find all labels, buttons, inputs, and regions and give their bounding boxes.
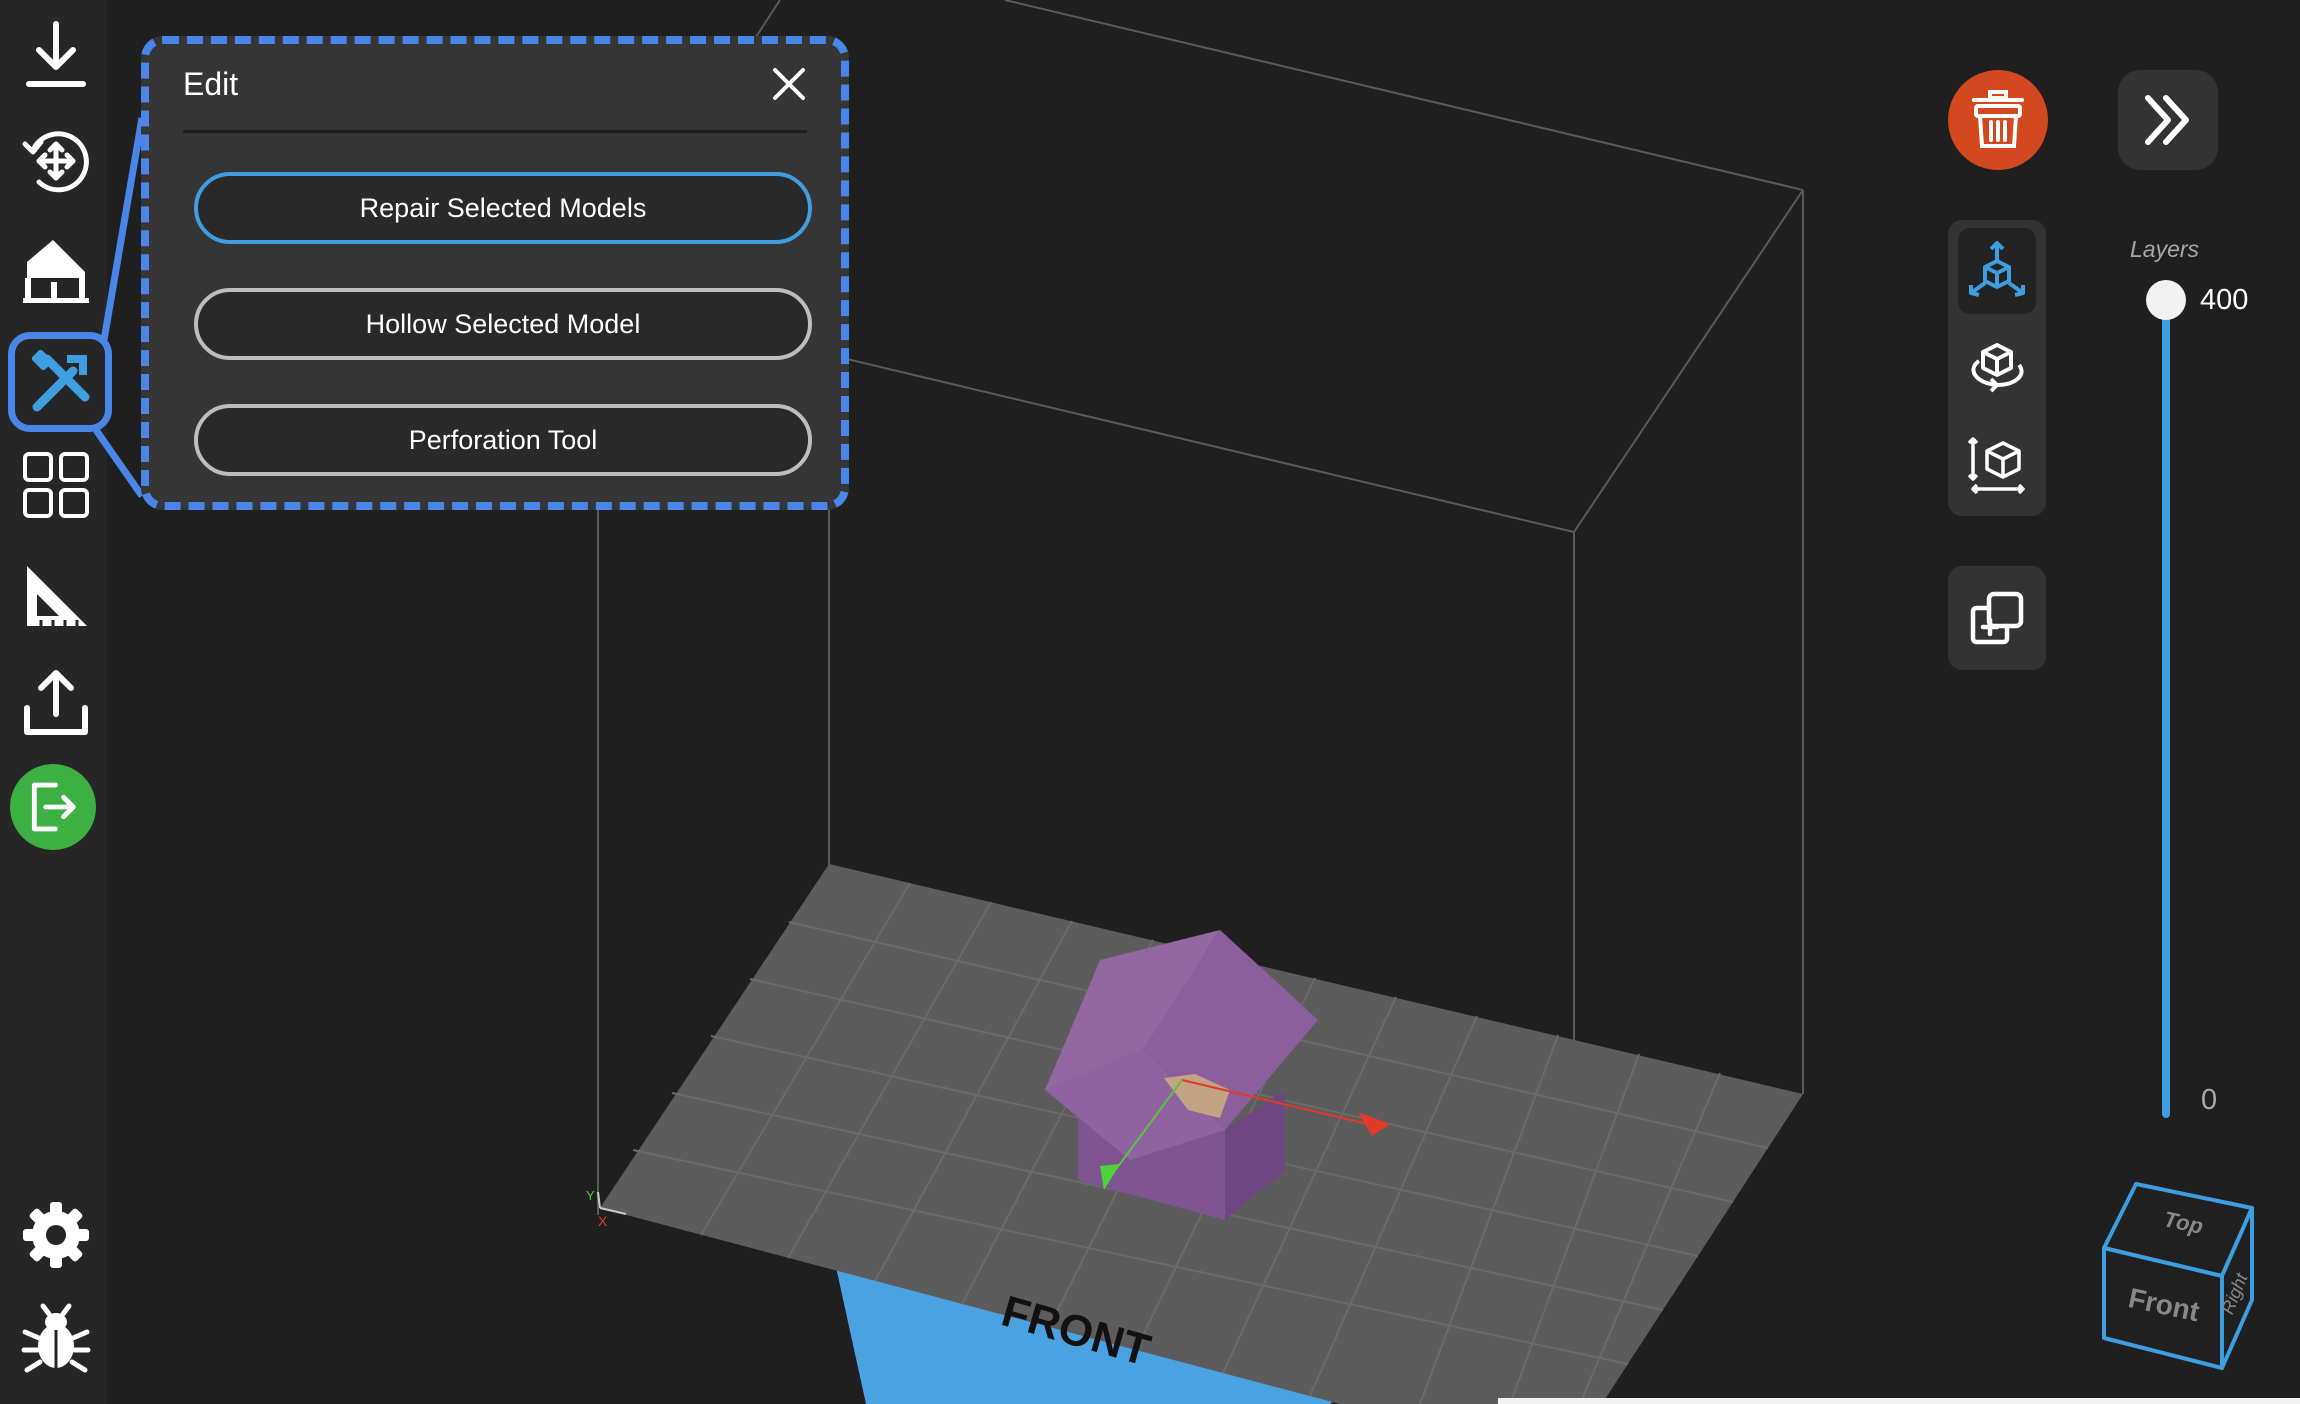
trash-icon: [1972, 90, 2024, 148]
debug-button[interactable]: [11, 1294, 101, 1384]
scale-cube-icon: [1967, 437, 2025, 495]
duplicate-model-button[interactable]: [1948, 566, 2046, 670]
upload-icon: [24, 670, 88, 735]
layers-slider-track[interactable]: [2162, 300, 2170, 1118]
layers-min-value: 0: [2201, 1084, 2218, 1116]
rotate-cube-icon: [1971, 343, 2024, 393]
bug-icon: [21, 1303, 91, 1373]
scale-mode-button[interactable]: [1958, 422, 2036, 508]
view-mode-toolbar: [1948, 220, 2046, 516]
export-button[interactable]: [11, 656, 101, 746]
layers-slider-handle[interactable]: [2146, 280, 2186, 320]
svg-text:Y: Y: [586, 1188, 595, 1203]
hollow-selected-model-button[interactable]: Hollow Selected Model: [194, 288, 812, 360]
double-chevron-right-icon: [2145, 95, 2189, 145]
measure-button[interactable]: [11, 550, 101, 640]
exit-icon: [31, 782, 76, 832]
edit-panel-divider: [183, 130, 807, 133]
svg-text:X: X: [598, 1213, 608, 1229]
status-strip: [1498, 1398, 2300, 1404]
view-cube[interactable]: Top Front Right: [2090, 1176, 2260, 1372]
layers-label: Layers: [2130, 236, 2200, 262]
delete-button[interactable]: [1948, 70, 2048, 170]
edit-panel: Edit Repair Selected Models Hollow Selec…: [141, 36, 849, 510]
gear-icon: [23, 1202, 89, 1268]
close-icon[interactable]: [769, 64, 809, 104]
settings-button[interactable]: [11, 1190, 101, 1280]
repair-selected-models-button[interactable]: Repair Selected Models: [194, 172, 812, 244]
edit-panel-title: Edit: [183, 66, 239, 102]
exit-button[interactable]: [10, 764, 96, 850]
move-mode-button[interactable]: [1958, 228, 2036, 314]
layers-max-value: 400: [2200, 284, 2249, 316]
set-square-icon: [27, 566, 87, 626]
rotate-mode-button[interactable]: [1958, 324, 2036, 410]
move-axes-icon: [1969, 241, 2025, 297]
duplicate-icon: [1970, 591, 2024, 645]
perforation-tool-button[interactable]: Perforation Tool: [194, 404, 812, 476]
collapse-panel-button[interactable]: [2118, 70, 2218, 170]
